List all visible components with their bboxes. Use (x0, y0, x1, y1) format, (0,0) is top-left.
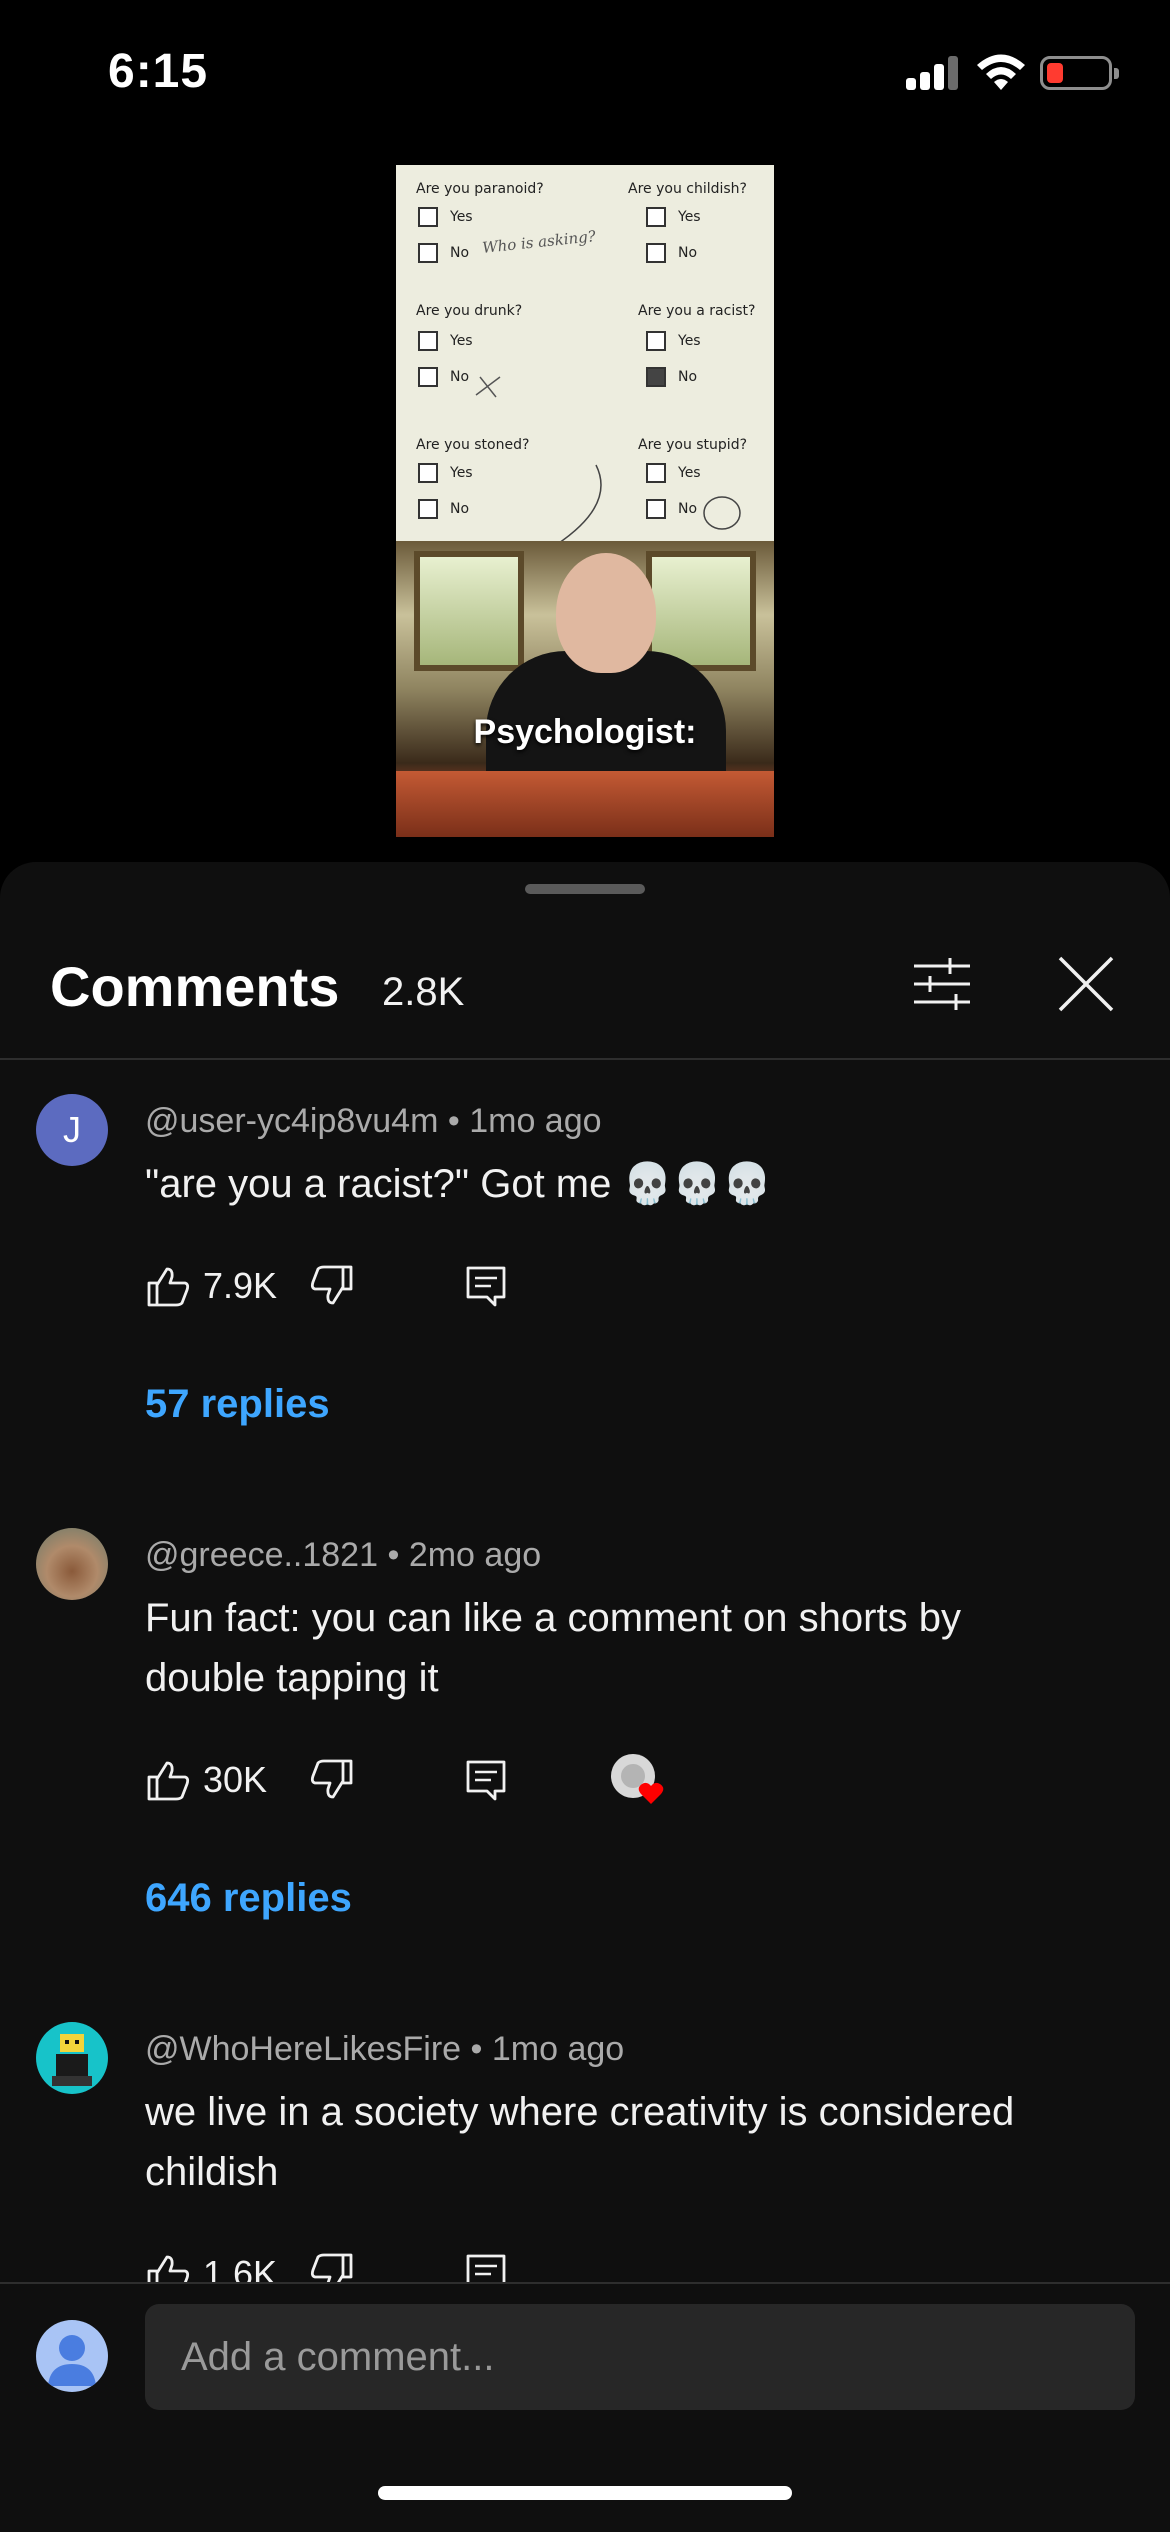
comment-author[interactable]: @WhoHereLikesFire (145, 2030, 461, 2068)
quiz-sheet: Are you paranoid? Yes No Who is asking? … (396, 165, 774, 545)
comment-age: 1mo ago (491, 2030, 625, 2068)
reply-button[interactable] (463, 2244, 509, 2282)
avatar-character-icon (52, 2034, 92, 2086)
user-avatar-icon (36, 2320, 108, 2392)
cellular-signal-icon (906, 54, 960, 90)
comment-author[interactable]: @user-yc4ip8vu4m (145, 1102, 438, 1140)
comments-title: Comments (50, 955, 340, 1018)
quiz-question: Are you paranoid? (416, 181, 544, 197)
comment-author[interactable]: @greece..1821 (145, 1536, 378, 1574)
comment-text: "are you a racist?" Got me 💀💀💀 (145, 1162, 772, 1206)
quiz-question: Are you childish? (628, 181, 747, 197)
thumbs-down-icon (310, 2253, 353, 2282)
comment-meta: @user-yc4ip8vu4m • 1mo ago (145, 1102, 602, 1140)
add-comment-input[interactable] (145, 2304, 1135, 2410)
thumbs-up-icon (147, 1267, 190, 1307)
thumbs-down-icon (310, 1759, 353, 1799)
pen-scribble (475, 376, 741, 545)
comment-age: 1mo ago (469, 1102, 602, 1140)
like-button[interactable]: 7.9K (145, 1256, 277, 1316)
quiz-option: No (418, 243, 469, 263)
replies-link[interactable]: 646 replies (145, 1876, 352, 1921)
avatar[interactable] (36, 2022, 108, 2094)
quiz-question: Are you drunk? (416, 303, 523, 319)
dislike-button[interactable] (309, 1750, 355, 1810)
comment-actions: 1.6K (145, 2244, 745, 2282)
comments-list[interactable]: J @user-yc4ip8vu4m • 1mo ago "are you a … (0, 1060, 1170, 2282)
quiz-option: No (418, 499, 469, 519)
quiz-option: Yes (418, 463, 473, 483)
avatar[interactable] (36, 1528, 108, 1600)
short-video-player[interactable]: Are you paranoid? Yes No Who is asking? … (396, 165, 774, 837)
quiz-option: Yes (418, 331, 473, 351)
like-count: 30K (203, 1759, 268, 1800)
reply-icon (466, 1266, 506, 1307)
avatar-letter: J (63, 1109, 81, 1150)
thumbs-down-icon (310, 1265, 353, 1305)
comments-count: 2.8K (382, 970, 465, 1014)
dislike-button[interactable] (309, 2244, 355, 2282)
quiz-question: Are you a racist? (638, 303, 756, 319)
status-time: 6:15 (108, 45, 209, 98)
comment-actions: 30K (145, 1750, 745, 1810)
like-button[interactable]: 1.6K (145, 2244, 277, 2282)
home-indicator[interactable] (378, 2486, 792, 2500)
close-icon[interactable] (1050, 948, 1122, 1020)
reply-button[interactable] (463, 1750, 509, 1810)
like-count: 1.6K (203, 2253, 278, 2282)
comments-sheet: Comments 2.8K J @user-yc4ip8vu4m • 1mo a… (0, 862, 1170, 2532)
dislike-button[interactable] (309, 1256, 355, 1316)
avatar[interactable]: J (36, 1094, 108, 1166)
comments-header: Comments 2.8K (0, 904, 1170, 1060)
like-count: 7.9K (203, 1265, 278, 1306)
quiz-option: No (418, 367, 469, 387)
reply-icon (466, 1760, 506, 1801)
comment-text: we live in a society where creativity is… (145, 2090, 1015, 2194)
like-button[interactable]: 30K (145, 1750, 267, 1810)
reply-icon (466, 2254, 506, 2282)
creator-heart-badge (609, 1750, 669, 1810)
creator-heart-icon (611, 1754, 664, 1804)
sliders-icon[interactable] (906, 948, 978, 1020)
video-caption: Psychologist: (473, 713, 697, 751)
thumbs-up-icon (147, 1761, 190, 1801)
quiz-option: Yes (646, 207, 701, 227)
status-bar: 6:15 (0, 0, 1170, 150)
comment-meta: @WhoHereLikesFire • 1mo ago (145, 2030, 625, 2068)
comment-actions: 7.9K (145, 1256, 745, 1316)
drag-handle[interactable] (525, 884, 645, 894)
comment-meta: @greece..1821 • 2mo ago (145, 1536, 542, 1574)
quiz-option: Yes (646, 331, 701, 351)
quiz-option: Yes (418, 207, 473, 227)
comment-age: 2mo ago (408, 1536, 542, 1574)
comment-text: Fun fact: you can like a comment on shor… (145, 1596, 961, 1700)
video-scene: Psychologist: (396, 541, 774, 837)
battery-icon (1040, 56, 1119, 90)
handwritten-note: Who is asking? (481, 227, 597, 257)
reply-button[interactable] (463, 1256, 509, 1316)
replies-link[interactable]: 57 replies (145, 1382, 330, 1427)
wifi-icon (977, 54, 1025, 90)
quiz-option: No (646, 243, 697, 263)
thumbs-up-icon (147, 2255, 190, 2282)
